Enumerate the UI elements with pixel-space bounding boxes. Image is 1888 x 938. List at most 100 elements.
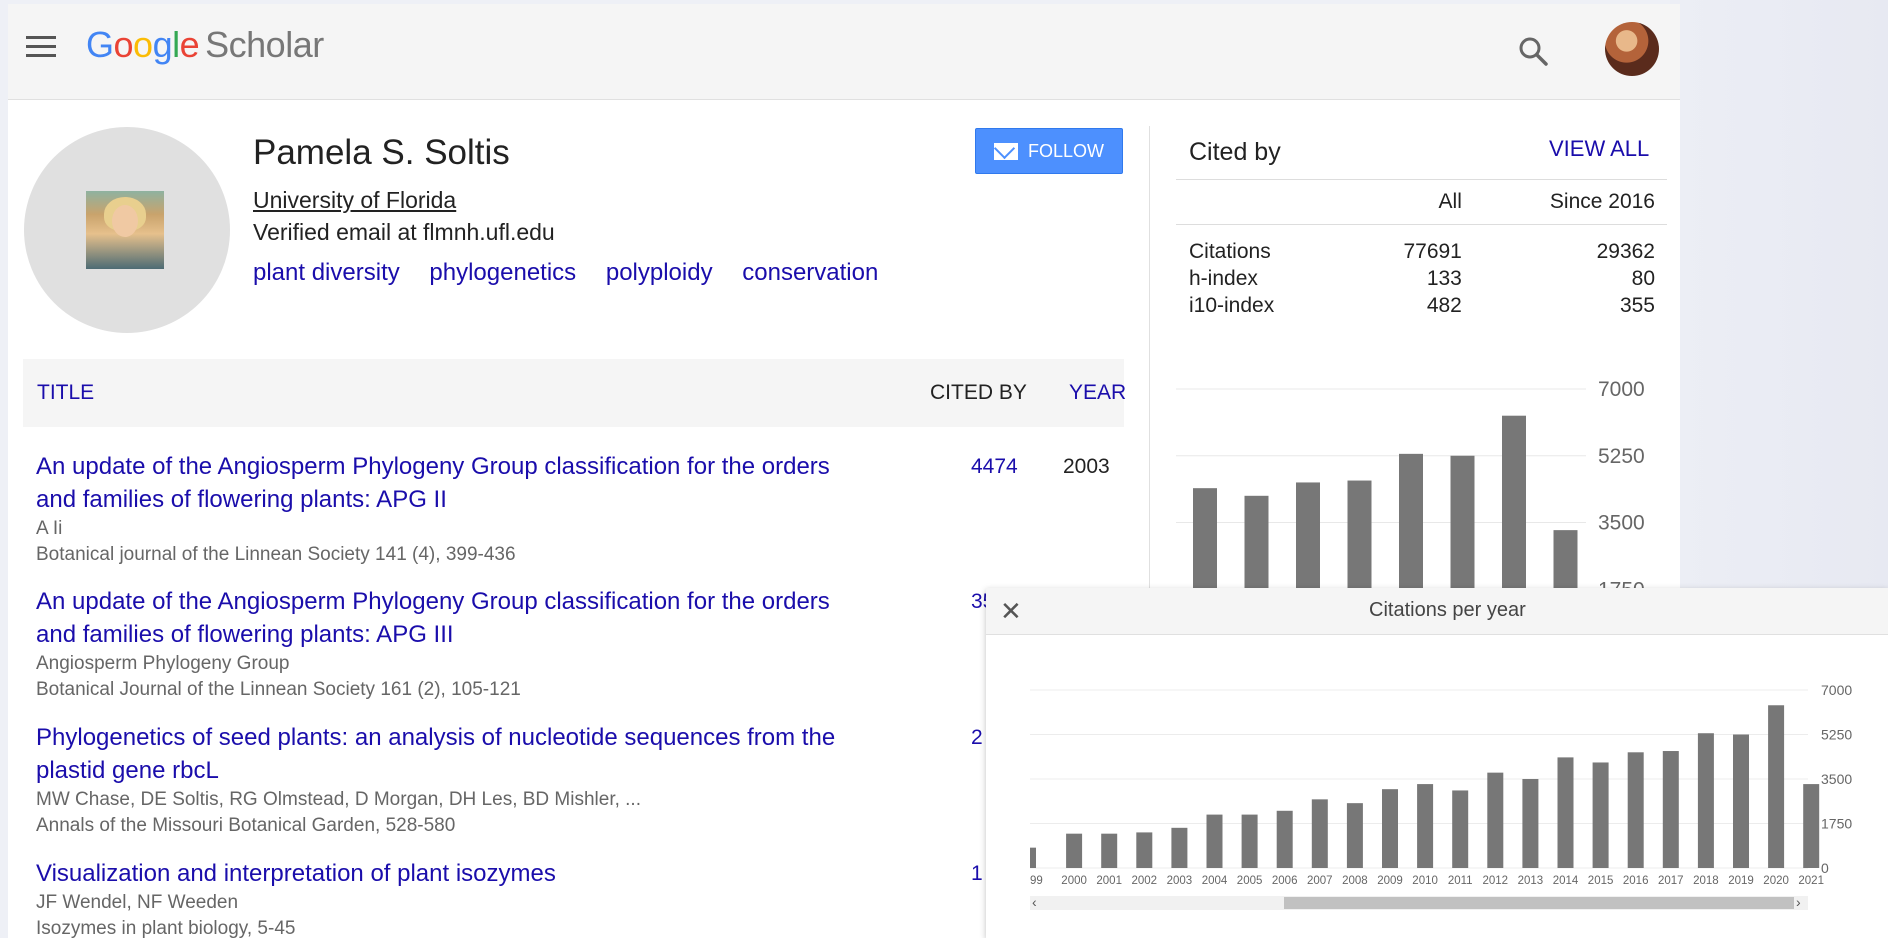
bar — [1417, 784, 1434, 868]
search-icon[interactable] — [1516, 34, 1550, 68]
y-tick-label: 7000 — [1598, 378, 1645, 401]
stats-all: 77691 — [1403, 239, 1462, 263]
cited-by-title: Cited by — [1189, 138, 1281, 166]
bar — [1553, 530, 1578, 589]
account-avatar[interactable] — [1605, 22, 1659, 76]
logo-letter: G — [86, 24, 114, 65]
interest-link[interactable]: plant diversity — [253, 259, 400, 286]
bar — [1296, 482, 1320, 589]
sort-by-cited[interactable]: CITED BY — [930, 381, 1027, 405]
article-title-link[interactable]: Phylogenetics of seed plants: an analysi… — [36, 721, 916, 787]
article-title-link[interactable]: An update of the Angiosperm Phylogeny Gr… — [36, 450, 916, 516]
view-all-link[interactable]: VIEW ALL — [1549, 136, 1649, 162]
popup-header: ✕ Citations per year — [986, 588, 1888, 635]
stats-col-since: Since 2016 — [1473, 179, 1667, 225]
bar — [1803, 784, 1820, 868]
x-tick-label: 2006 — [1272, 875, 1298, 887]
x-tick-label: 2009 — [1377, 875, 1403, 887]
article-venue: Botanical journal of the Linnean Society… — [36, 544, 516, 565]
x-tick-label: 2018 — [1693, 875, 1719, 887]
bar — [1066, 833, 1083, 868]
cited-by-mini-chart[interactable]: 7000525035001750 — [1176, 359, 1676, 589]
citations-per-year-popup: ✕ Citations per year 7000 5250 3500 1750 0 99… — [986, 588, 1888, 938]
bar — [1136, 832, 1153, 868]
x-tick-label: 2010 — [1412, 875, 1438, 887]
article-title-line: Phylogenetics of seed plants: an analysi… — [36, 724, 836, 751]
popup-title: Citations per year — [1369, 599, 1526, 621]
y-tick-label: 3500 — [1598, 512, 1645, 535]
logo-letter: e — [179, 24, 200, 65]
bar — [1452, 790, 1469, 868]
bar — [1592, 762, 1609, 868]
stats-label: i10-index — [1189, 293, 1275, 317]
article-authors: MW Chase, DE Soltis, RG Olmstead, D Morg… — [36, 789, 641, 810]
logo-scholar-text: Scholar — [205, 24, 324, 65]
article-row: Phylogenetics of seed plants: an analysi… — [36, 721, 916, 839]
x-tick-label: 2003 — [1167, 875, 1193, 887]
article-title-line: plastid gene rbcL — [36, 757, 219, 784]
profile-name: Pamela S. Soltis — [253, 133, 510, 172]
interest-link[interactable]: conservation — [742, 259, 878, 286]
article-cited-count[interactable]: 1 — [971, 862, 983, 886]
x-tick-label: 2000 — [1061, 875, 1087, 887]
sort-by-year[interactable]: YEAR — [1069, 381, 1126, 405]
logo-letter: o — [113, 24, 134, 65]
menu-icon[interactable] — [26, 36, 56, 60]
stats-all: 482 — [1426, 293, 1462, 317]
bar — [1450, 455, 1475, 589]
bar — [1733, 734, 1749, 868]
stats-row: i10-index 482 355 — [1176, 291, 1667, 318]
scrollbar-thumb — [1284, 897, 1794, 909]
interest-link[interactable]: polyploidy — [606, 259, 713, 286]
bar — [1487, 772, 1504, 868]
interest-link[interactable]: phylogenetics — [429, 259, 576, 286]
mail-icon — [993, 142, 1018, 160]
google-scholar-logo[interactable]: Google Scholar — [86, 24, 324, 66]
close-icon[interactable]: ✕ — [1000, 596, 1022, 627]
article-row: An update of the Angiosperm Phylogeny Gr… — [36, 585, 916, 703]
x-tick-label: 2011 — [1448, 875, 1473, 887]
bar — [1627, 752, 1644, 868]
research-interests: plant diversity phylogenetics polyploidy… — [253, 259, 901, 287]
stats-row: h-index 133 80 — [1176, 264, 1667, 291]
stats-label: Citations — [1189, 239, 1271, 263]
bar — [1522, 779, 1539, 868]
article-title-link[interactable]: Visualization and interpretation of plan… — [36, 857, 916, 890]
article-venue: Botanical Journal of the Linnean Society… — [36, 679, 521, 700]
articles-table-header: TITLE CITED BY YEAR — [23, 359, 1126, 427]
stats-since: 355 — [1619, 293, 1655, 317]
x-tick-label: 2021 — [1798, 875, 1824, 887]
y-tick-label: 0 — [1821, 860, 1829, 876]
sort-by-title[interactable]: TITLE — [37, 381, 94, 405]
logo-letter: o — [133, 24, 153, 65]
x-tick-label: 2001 — [1096, 875, 1122, 887]
article-cited-count[interactable]: 2 — [971, 726, 983, 750]
profile-photo — [86, 191, 164, 269]
article-authors: JF Wendel, NF Weeden — [36, 892, 239, 913]
article-venue: Isozymes in plant biology, 5-45 — [36, 918, 296, 938]
bar — [1382, 789, 1398, 868]
article-title-line: An update of the Angiosperm Phylogeny Gr… — [36, 453, 830, 480]
follow-button[interactable]: FOLLOW — [975, 128, 1123, 174]
bar — [1768, 705, 1785, 868]
bar — [1346, 803, 1363, 868]
stats-all: 133 — [1426, 266, 1462, 290]
x-tick-label: 2005 — [1237, 875, 1263, 887]
scroll-left-arrow: ‹ — [1032, 894, 1037, 910]
follow-button-label: FOLLOW — [1027, 140, 1104, 161]
top-bar: Google Scholar — [8, 4, 1680, 100]
x-tick-label: 2019 — [1728, 875, 1754, 887]
stats-row: Citations 77691 29362 — [1176, 237, 1667, 264]
bar — [1276, 810, 1293, 868]
y-tick-label: 5250 — [1598, 445, 1645, 468]
citations-per-year-chart: 7000 5250 3500 1750 0 99 2000 2001 2002 2003 2004 2… — [1030, 682, 1852, 910]
profile-affiliation-link[interactable]: University of Florida — [253, 187, 456, 214]
article-cited-count[interactable]: 4474 — [971, 455, 1018, 479]
y-tick-label: 5250 — [1821, 727, 1852, 743]
article-title-link[interactable]: An update of the Angiosperm Phylogeny Gr… — [36, 585, 916, 651]
x-tick-label: 2012 — [1483, 875, 1509, 887]
x-tick-label: 99 — [1030, 875, 1043, 887]
y-tick-label: 1750 — [1821, 816, 1852, 832]
bar — [1206, 814, 1223, 868]
logo-letter: g — [152, 24, 173, 65]
